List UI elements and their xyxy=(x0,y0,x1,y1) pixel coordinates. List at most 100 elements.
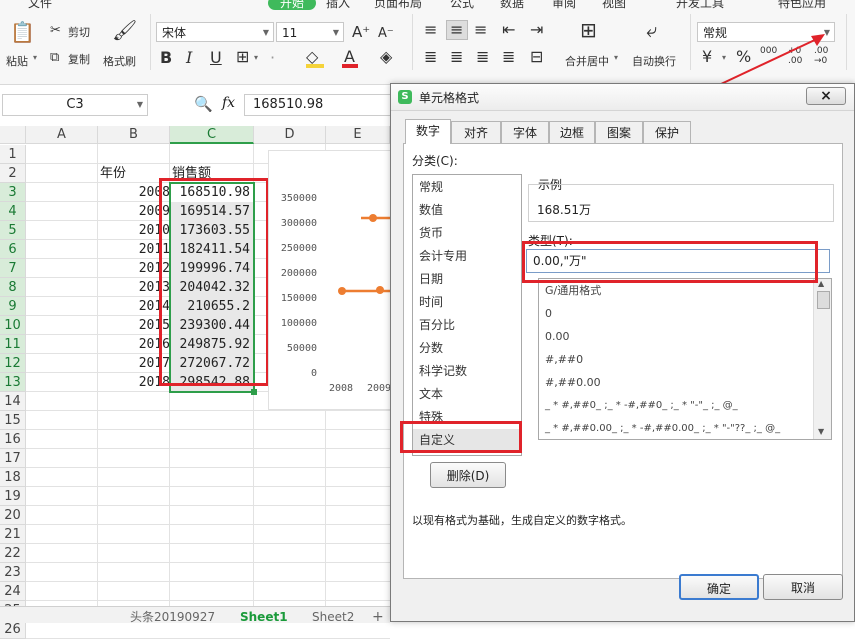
menu-insert[interactable]: 插入 xyxy=(326,0,350,11)
menu-view[interactable]: 视图 xyxy=(602,0,626,11)
column-header-a[interactable]: A xyxy=(26,126,98,144)
font-name-select[interactable]: 宋体 ▼ xyxy=(156,22,274,42)
category-item-time[interactable]: 时间 xyxy=(419,291,443,314)
type-item[interactable]: #,##0 xyxy=(545,348,583,371)
tab-alignment[interactable]: 对齐 xyxy=(451,121,501,143)
category-item-fraction[interactable]: 分数 xyxy=(419,337,443,360)
indent-increase-icon[interactable]: ⇥ xyxy=(530,22,543,38)
type-item[interactable]: 0 xyxy=(545,302,552,325)
row-header[interactable]: 21 xyxy=(0,525,26,544)
type-item[interactable]: _ * #,##0_ ;_ * -#,##0_ ;_ * "-"_ ;_ @_ xyxy=(545,394,738,417)
row-header[interactable]: 9 xyxy=(0,297,26,316)
eraser-icon[interactable]: ◈ xyxy=(380,49,392,65)
type-item[interactable]: #,##0.00 xyxy=(545,371,601,394)
menu-special[interactable]: 特色应用 xyxy=(778,0,826,11)
currency-icon[interactable]: ¥ xyxy=(702,49,712,65)
row-header[interactable]: 7 xyxy=(0,259,26,278)
cancel-button[interactable]: 取消 xyxy=(763,574,843,600)
format-painter-button[interactable]: 格式刷 xyxy=(103,53,136,69)
menu-dev[interactable]: 开发工具 xyxy=(676,0,724,11)
cut-button[interactable]: 剪切 xyxy=(68,24,90,40)
align-bottom-icon[interactable]: ≡ xyxy=(474,22,487,38)
close-button[interactable]: × xyxy=(806,87,846,105)
font-color-icon[interactable]: A xyxy=(344,49,355,65)
row-header[interactable]: 3 xyxy=(0,183,26,202)
fx-button[interactable]: fx xyxy=(222,95,235,111)
column-header-e[interactable]: E xyxy=(326,126,390,144)
row-header[interactable]: 8 xyxy=(0,278,26,297)
merge-dropdown-icon[interactable]: ▾ xyxy=(614,53,618,62)
align-center-icon[interactable]: ≣ xyxy=(450,49,463,65)
wrap-text-button[interactable]: 自动换行 xyxy=(632,53,676,69)
type-item[interactable]: 0.00 xyxy=(545,325,570,348)
border-dropdown-icon[interactable]: ▾ xyxy=(254,53,258,62)
formula-input[interactable]: 168510.98 xyxy=(244,94,390,116)
align-left-icon[interactable]: ≣ xyxy=(424,49,437,65)
column-header-d[interactable]: D xyxy=(254,126,326,144)
zoom-icon[interactable]: 🔍 xyxy=(194,95,213,113)
category-item-scientific[interactable]: 科学记数 xyxy=(419,360,467,383)
category-item-date[interactable]: 日期 xyxy=(419,268,443,291)
row-header[interactable]: 4 xyxy=(0,202,26,221)
row-header[interactable]: 19 xyxy=(0,487,26,506)
scrollbar-thumb[interactable] xyxy=(817,291,830,309)
tab-number[interactable]: 数字 xyxy=(405,119,451,144)
type-list[interactable]: G/通用格式 0 0.00 #,##0 #,##0.00 _ * #,##0_ … xyxy=(538,278,832,440)
row-header[interactable]: 13 xyxy=(0,373,26,392)
scroll-up-icon[interactable]: ▲ xyxy=(818,279,824,288)
paste-button[interactable]: 粘贴 xyxy=(6,53,28,69)
row-header[interactable]: 24 xyxy=(0,582,26,601)
menu-file[interactable]: 文件 xyxy=(28,0,52,11)
cell-b2[interactable]: 年份 xyxy=(100,164,126,183)
row-header[interactable]: 17 xyxy=(0,449,26,468)
row-header[interactable]: 2 xyxy=(0,164,26,183)
line-chart[interactable]: 350000 300000 250000 200000 150000 10000… xyxy=(268,150,391,410)
tab-protection[interactable]: 保护 xyxy=(643,121,691,143)
font-shrink-icon[interactable]: A⁻ xyxy=(378,26,394,42)
delete-button[interactable]: 删除(D) xyxy=(430,462,506,488)
column-header-c[interactable]: C xyxy=(170,126,254,144)
row-header[interactable]: 14 xyxy=(0,392,26,411)
ok-button[interactable]: 确定 xyxy=(679,574,759,600)
tab-pattern[interactable]: 图案 xyxy=(595,121,643,143)
fill-color-icon[interactable]: ◇ xyxy=(306,49,318,65)
paste-dropdown-icon[interactable]: ▾ xyxy=(33,53,37,62)
row-header[interactable]: 12 xyxy=(0,354,26,373)
font-grow-icon[interactable]: A⁺ xyxy=(352,24,370,40)
font-size-select[interactable]: 11 ▼ xyxy=(276,22,344,42)
row-header[interactable]: 23 xyxy=(0,563,26,582)
border-icon[interactable]: ⊞ xyxy=(236,49,249,65)
align-top-icon[interactable]: ≡ xyxy=(424,22,437,38)
row-header[interactable]: 22 xyxy=(0,544,26,563)
row-header[interactable]: 6 xyxy=(0,240,26,259)
menu-data[interactable]: 数据 xyxy=(500,0,524,11)
bold-button[interactable]: B xyxy=(160,50,172,66)
justify-icon[interactable]: ≣ xyxy=(502,49,515,65)
row-header[interactable]: 5 xyxy=(0,221,26,240)
name-box[interactable]: C3 ▼ xyxy=(2,94,148,116)
menu-review[interactable]: 审阅 xyxy=(552,0,576,11)
category-item-currency[interactable]: 货币 xyxy=(419,222,443,245)
dialog-title-bar[interactable]: S 单元格格式 × xyxy=(391,84,854,111)
type-list-scrollbar[interactable]: ▲ ▼ xyxy=(813,279,831,439)
row-header[interactable]: 16 xyxy=(0,430,26,449)
type-item[interactable]: _ * #,##0.00_ ;_ * -#,##0.00_ ;_ * "-"??… xyxy=(545,417,780,439)
copy-button[interactable]: 复制 xyxy=(68,51,90,67)
category-item-accounting[interactable]: 会计专用 xyxy=(419,245,467,268)
scroll-down-icon[interactable]: ▼ xyxy=(818,427,824,436)
category-item-general[interactable]: 常规 xyxy=(419,176,443,199)
tab-font[interactable]: 字体 xyxy=(501,121,549,143)
italic-button[interactable]: I xyxy=(186,50,192,66)
column-header-b[interactable]: B xyxy=(98,126,170,144)
row-header[interactable]: 15 xyxy=(0,411,26,430)
select-all-corner[interactable] xyxy=(0,126,26,144)
menu-formula[interactable]: 公式 xyxy=(450,0,474,11)
tab-border[interactable]: 边框 xyxy=(549,121,595,143)
row-header[interactable]: 18 xyxy=(0,468,26,487)
menu-page-layout[interactable]: 页面布局 xyxy=(374,0,422,11)
distributed-icon[interactable]: ⊟ xyxy=(530,49,543,65)
indent-decrease-icon[interactable]: ⇤ xyxy=(502,22,515,38)
row-header[interactable]: 11 xyxy=(0,335,26,354)
merge-center-button[interactable]: 合并居中 xyxy=(565,53,609,69)
row-header[interactable]: 10 xyxy=(0,316,26,335)
